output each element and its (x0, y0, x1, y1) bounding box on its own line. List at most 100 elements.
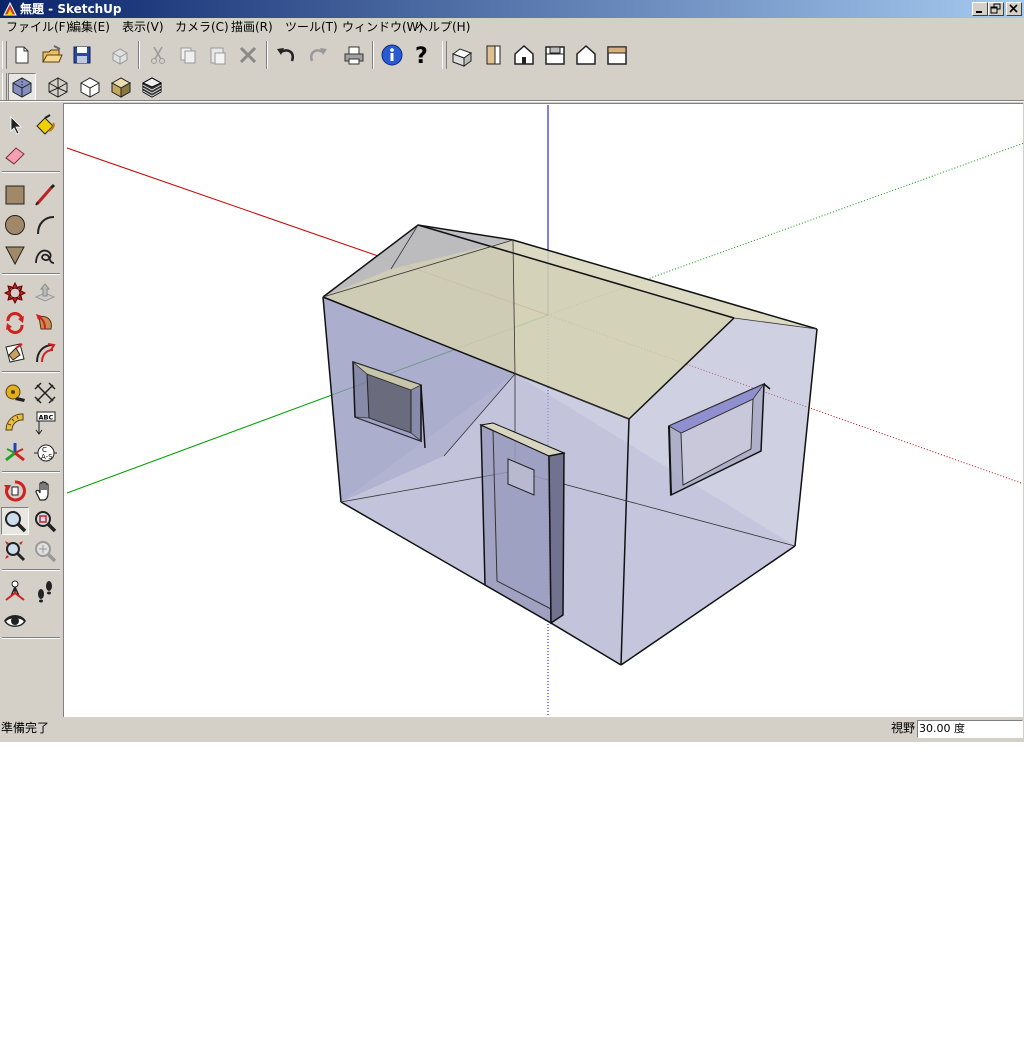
freehand-button[interactable] (31, 241, 59, 269)
eraser-button[interactable] (1, 141, 29, 169)
rectangle-button[interactable] (1, 181, 29, 209)
menu-help[interactable]: ヘルプ(H) (416, 20, 470, 35)
undo-button[interactable] (272, 41, 300, 69)
tape-measure-button[interactable] (1, 379, 29, 407)
menu-view[interactable]: 表示(V) (122, 20, 164, 35)
shaded-button[interactable] (107, 73, 135, 101)
scale-icon (5, 343, 25, 363)
pan-icon (35, 481, 49, 501)
eraser-icon (5, 147, 25, 165)
zoom-extents-button[interactable] (1, 537, 29, 565)
menu-draw[interactable]: 描画(R) (231, 20, 273, 35)
zoom-window-button[interactable] (31, 507, 59, 535)
restore-button[interactable] (988, 2, 1004, 16)
circle-button[interactable] (1, 211, 29, 239)
position-camera-icon (5, 580, 25, 601)
position-camera-button[interactable] (1, 577, 29, 605)
styles-toolbar (0, 72, 172, 102)
toolbar-separator (138, 41, 140, 69)
erase-button[interactable] (234, 41, 262, 69)
copy-button[interactable] (174, 41, 202, 69)
scene-canvas[interactable] (64, 104, 1023, 717)
axes-button[interactable] (1, 439, 29, 467)
palette-separator (2, 371, 60, 373)
wireframe-button[interactable] (44, 73, 72, 101)
polygon-button[interactable] (1, 241, 29, 269)
drawing-viewport[interactable] (63, 103, 1023, 717)
hidden-line-button[interactable] (76, 73, 104, 101)
paint-bucket-icon (36, 114, 55, 135)
open-button[interactable] (38, 41, 66, 69)
model-info-button[interactable] (378, 41, 406, 69)
orbit-button[interactable] (1, 477, 29, 505)
follow-me-button[interactable] (31, 309, 59, 337)
paste-button[interactable] (204, 41, 232, 69)
move-button[interactable] (1, 279, 29, 307)
xray-button[interactable] (8, 73, 36, 101)
orbit-icon (4, 480, 26, 502)
text-button[interactable]: ABC (31, 409, 59, 437)
front-view-icon (514, 44, 534, 65)
3d-text-icon: CA-S (34, 444, 57, 462)
previous-view-button[interactable] (31, 537, 59, 565)
sketchup-window: 無題 - SketchUp ファイル(F) 編集(E) 表示(V) カメラ(C)… (0, 0, 1024, 742)
dimension-button[interactable] (31, 379, 59, 407)
fov-label: 視野 (891, 721, 916, 735)
arc-button[interactable] (31, 211, 59, 239)
zoom-button[interactable] (1, 507, 29, 535)
menu-bar: ファイル(F) 編集(E) 表示(V) カメラ(C) 描画(R) ツール(T) … (0, 18, 1024, 37)
back-view-icon (576, 44, 596, 65)
close-button[interactable] (1006, 2, 1022, 16)
new-button[interactable] (8, 41, 36, 69)
iso-view-button[interactable] (448, 41, 476, 69)
cut-button[interactable] (144, 41, 172, 69)
print-icon (344, 46, 364, 65)
print-button[interactable] (340, 41, 368, 69)
3d-text-button[interactable]: C A-S (31, 439, 59, 467)
push-pull-icon (34, 283, 56, 302)
axes-icon (5, 443, 25, 462)
redo-button[interactable] (304, 41, 332, 69)
right-view-button[interactable] (541, 41, 569, 69)
status-bar: 準備完了 視野 30.00 度 (0, 719, 1024, 740)
front-door (479, 422, 566, 625)
undo-icon (277, 48, 294, 62)
look-around-button[interactable] (1, 607, 29, 635)
shaded-textures-button[interactable] (138, 73, 166, 101)
palette-separator (2, 569, 60, 571)
rotate-button[interactable] (1, 309, 29, 337)
offset-button[interactable] (31, 339, 59, 367)
menu-edit[interactable]: 編集(E) (69, 20, 110, 35)
menu-camera[interactable]: カメラ(C) (175, 20, 229, 35)
erase-icon (239, 46, 257, 64)
polygon-icon (5, 246, 25, 266)
rotate-icon (6, 312, 24, 334)
left-view-button[interactable] (603, 41, 631, 69)
walk-button[interactable] (31, 577, 59, 605)
top-view-button[interactable] (479, 41, 507, 69)
select-button[interactable] (1, 111, 29, 139)
save-button[interactable] (68, 41, 96, 69)
push-pull-button[interactable] (31, 279, 59, 307)
protractor-button[interactable] (1, 409, 29, 437)
toolbar-grip[interactable] (2, 73, 7, 101)
pan-button[interactable] (31, 477, 59, 505)
house-model[interactable] (322, 224, 818, 666)
help-button[interactable]: ? (408, 41, 436, 69)
fov-input[interactable]: 30.00 度 (917, 720, 1023, 738)
paint-bucket-button[interactable] (31, 111, 59, 139)
menu-file[interactable]: ファイル(F) (6, 20, 70, 35)
circle-icon (5, 215, 25, 235)
palette-separator (2, 171, 60, 173)
menu-window[interactable]: ウィンドウ(W) (342, 20, 423, 35)
menu-tools[interactable]: ツール(T) (285, 20, 338, 35)
back-view-button[interactable] (572, 41, 600, 69)
minimize-button[interactable] (972, 2, 988, 16)
toolbar-grip[interactable] (442, 41, 447, 69)
line-button[interactable] (31, 181, 59, 209)
toolbar-grip[interactable] (2, 41, 7, 69)
follow-me-icon (36, 314, 52, 330)
front-view-button[interactable] (510, 41, 538, 69)
scale-button[interactable] (1, 339, 29, 367)
make-component-button[interactable] (106, 41, 134, 69)
